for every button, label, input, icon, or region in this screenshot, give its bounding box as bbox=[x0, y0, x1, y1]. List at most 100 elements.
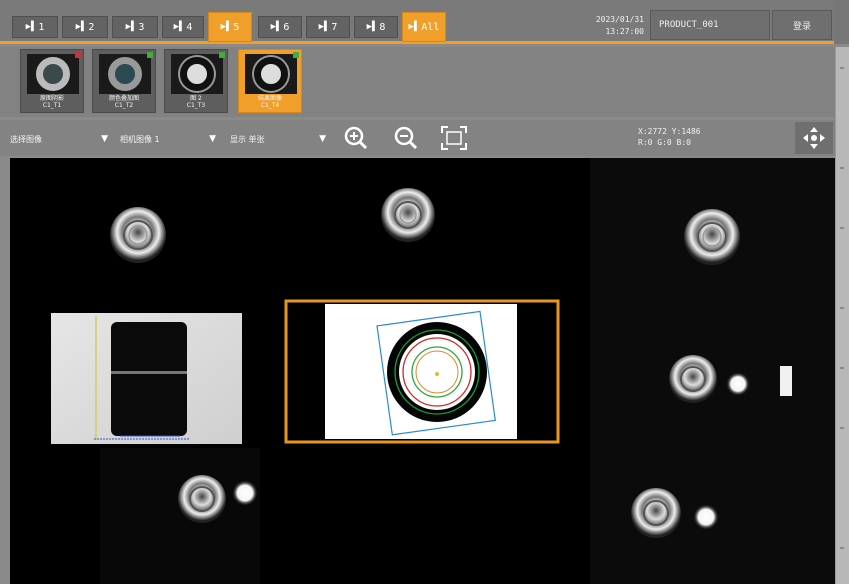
scroll-tick bbox=[840, 307, 844, 309]
play-icon: ▶▌ bbox=[270, 22, 282, 32]
thumbnail-2[interactable]: 颜色叠加图 C1_T2 bbox=[92, 49, 156, 113]
thumbnail-id: C1_T1 bbox=[42, 102, 62, 109]
thumbnail-image bbox=[99, 54, 151, 94]
image-select-dropdown[interactable]: 选择图像 ▼ bbox=[10, 128, 112, 150]
scroll-tick bbox=[840, 427, 844, 429]
scroll-tick bbox=[840, 167, 844, 169]
right-edge-scrollbar[interactable] bbox=[835, 47, 849, 584]
play-icon: ▶▌ bbox=[318, 22, 330, 32]
thumbnail-1[interactable]: 原图阴影 C1_T1 bbox=[20, 49, 84, 113]
left-edge bbox=[0, 158, 10, 584]
tab-label: All bbox=[421, 21, 440, 33]
fit-screen-icon bbox=[441, 126, 467, 150]
thumbnail-title: 颜色叠加图 bbox=[108, 95, 139, 102]
side-view-image bbox=[51, 313, 242, 444]
camera-image-label: 相机图像 1 bbox=[120, 134, 160, 144]
tab-camera-4[interactable]: ▶▌ 4 bbox=[162, 16, 204, 38]
nut-top-left bbox=[110, 207, 166, 263]
nut-preview bbox=[254, 57, 288, 91]
nut-preview bbox=[36, 57, 70, 91]
pan-button[interactable] bbox=[795, 122, 833, 154]
tab-label: 2 bbox=[88, 21, 95, 33]
pixel-coord-text: X:2772 Y:1486 bbox=[638, 127, 701, 136]
camera-image-dropdown[interactable]: 相机图像 1 ▼ bbox=[120, 128, 220, 150]
date-text: 2023/01/31 bbox=[595, 15, 644, 24]
chevron-down-icon: ▼ bbox=[209, 134, 216, 144]
nut-preview bbox=[180, 57, 214, 91]
tab-label: 7 bbox=[331, 21, 338, 33]
thumbnail-label: 结果图像 C1_T4 bbox=[239, 95, 301, 109]
chevron-down-icon: ▼ bbox=[319, 134, 326, 144]
tab-label: 4 bbox=[186, 21, 193, 33]
image-viewer[interactable] bbox=[10, 158, 835, 584]
zoom-out-icon bbox=[394, 126, 418, 150]
play-icon: ▶▌ bbox=[220, 22, 232, 32]
thumbnail-image bbox=[171, 54, 223, 94]
tab-label: 8 bbox=[379, 21, 386, 33]
tab-camera-all[interactable]: ▶▌ All bbox=[402, 12, 446, 42]
zoom-in-button[interactable] bbox=[338, 122, 374, 154]
play-icon: ▶▌ bbox=[125, 22, 137, 32]
thumbnail-label: 原图阴影 C1_T1 bbox=[21, 95, 83, 109]
datetime: 2023/01/31 13:27:00 bbox=[556, 14, 644, 40]
tab-camera-6[interactable]: ▶▌ 6 bbox=[258, 16, 302, 38]
scroll-tick bbox=[840, 227, 844, 229]
thumbnail-id: C1_T2 bbox=[114, 102, 134, 109]
top-right-edge bbox=[834, 0, 849, 44]
play-icon: ▶▌ bbox=[173, 22, 185, 32]
thumbnail-id: C1_T4 bbox=[260, 102, 280, 109]
thumbnail-image bbox=[27, 54, 79, 94]
thumbnail-image bbox=[245, 54, 297, 94]
play-icon: ▶▌ bbox=[366, 22, 378, 32]
tab-camera-7[interactable]: ▶▌ 7 bbox=[306, 16, 350, 38]
tab-label: 6 bbox=[283, 21, 290, 33]
thumbnail-4[interactable]: 结果图像 C1_T4 bbox=[238, 49, 302, 113]
thumbnail-label: 图 2 C1_T3 bbox=[165, 95, 227, 109]
scroll-tick bbox=[840, 367, 844, 369]
status-flag bbox=[147, 52, 153, 58]
status-flag bbox=[293, 52, 299, 58]
tab-camera-2[interactable]: ▶▌ 2 bbox=[62, 16, 108, 38]
zoom-out-button[interactable] bbox=[388, 122, 424, 154]
image-select-label: 选择图像 bbox=[10, 134, 42, 144]
login-button[interactable]: 登录 bbox=[772, 10, 832, 40]
top-bar: ▶▌ 1 ▶▌ 2 ▶▌ 3 ▶▌ 4 ▶▌ 5 ▶▌ 6 ▶▌ 7 ▶▌ 8 ▶▌ All 2023/01/31… bbox=[0, 0, 849, 44]
scroll-tick bbox=[840, 67, 844, 69]
zoom-in-icon bbox=[344, 126, 368, 150]
display-mode-dropdown[interactable]: 显示 单张 ▼ bbox=[230, 128, 330, 150]
play-icon: ▶▌ bbox=[408, 22, 420, 32]
nut-top-center bbox=[381, 188, 435, 242]
tab-label: 3 bbox=[138, 21, 145, 33]
thumbnail-id: C1_T3 bbox=[186, 102, 206, 109]
thumbnail-label: 颜色叠加图 C1_T2 bbox=[93, 95, 155, 109]
play-icon: ▶▌ bbox=[25, 22, 37, 32]
thumbnail-3[interactable]: 图 2 C1_T3 bbox=[164, 49, 228, 113]
pixel-rgb-text: R:0 G:0 B:0 bbox=[638, 138, 691, 147]
thumbnail-title: 结果图像 bbox=[257, 95, 282, 102]
tab-camera-3[interactable]: ▶▌ 3 bbox=[112, 16, 158, 38]
camera-image bbox=[51, 158, 835, 584]
status-flag bbox=[219, 52, 225, 58]
status-flag bbox=[75, 52, 81, 58]
tab-label: 5 bbox=[233, 21, 240, 33]
thumbnail-strip: 原图阴影 C1_T1 颜色叠加图 C1_T2 图 2 C1_T3 结果图像 C1_T4 bbox=[0, 47, 835, 117]
pixel-readout: X:2772 Y:1486 R:0 G:0 B:0 bbox=[638, 126, 758, 150]
tab-camera-5[interactable]: ▶▌ 5 bbox=[208, 12, 252, 42]
thumbnail-title: 图 2 bbox=[190, 95, 202, 102]
result-image[interactable] bbox=[284, 299, 560, 444]
nut-preview bbox=[108, 57, 142, 91]
display-mode-label: 显示 单张 bbox=[230, 134, 265, 144]
tab-camera-1[interactable]: ▶▌ 1 bbox=[12, 16, 58, 38]
product-name[interactable]: PRODUCT_001 bbox=[650, 10, 770, 40]
fit-screen-button[interactable] bbox=[436, 122, 472, 154]
tab-label: 1 bbox=[38, 21, 45, 33]
chevron-down-icon: ▼ bbox=[101, 134, 108, 144]
time-text: 13:27:00 bbox=[605, 27, 644, 36]
tab-camera-8[interactable]: ▶▌ 8 bbox=[354, 16, 398, 38]
nut-top-right bbox=[684, 209, 740, 265]
play-icon: ▶▌ bbox=[75, 22, 87, 32]
move-arrows-icon bbox=[803, 127, 825, 149]
image-toolbar: 选择图像 ▼ 相机图像 1 ▼ 显示 单张 ▼ X:2772 Y:1486 R:… bbox=[0, 120, 835, 156]
thumbnail-title: 原图阴影 bbox=[39, 95, 64, 102]
scroll-tick bbox=[840, 547, 844, 549]
